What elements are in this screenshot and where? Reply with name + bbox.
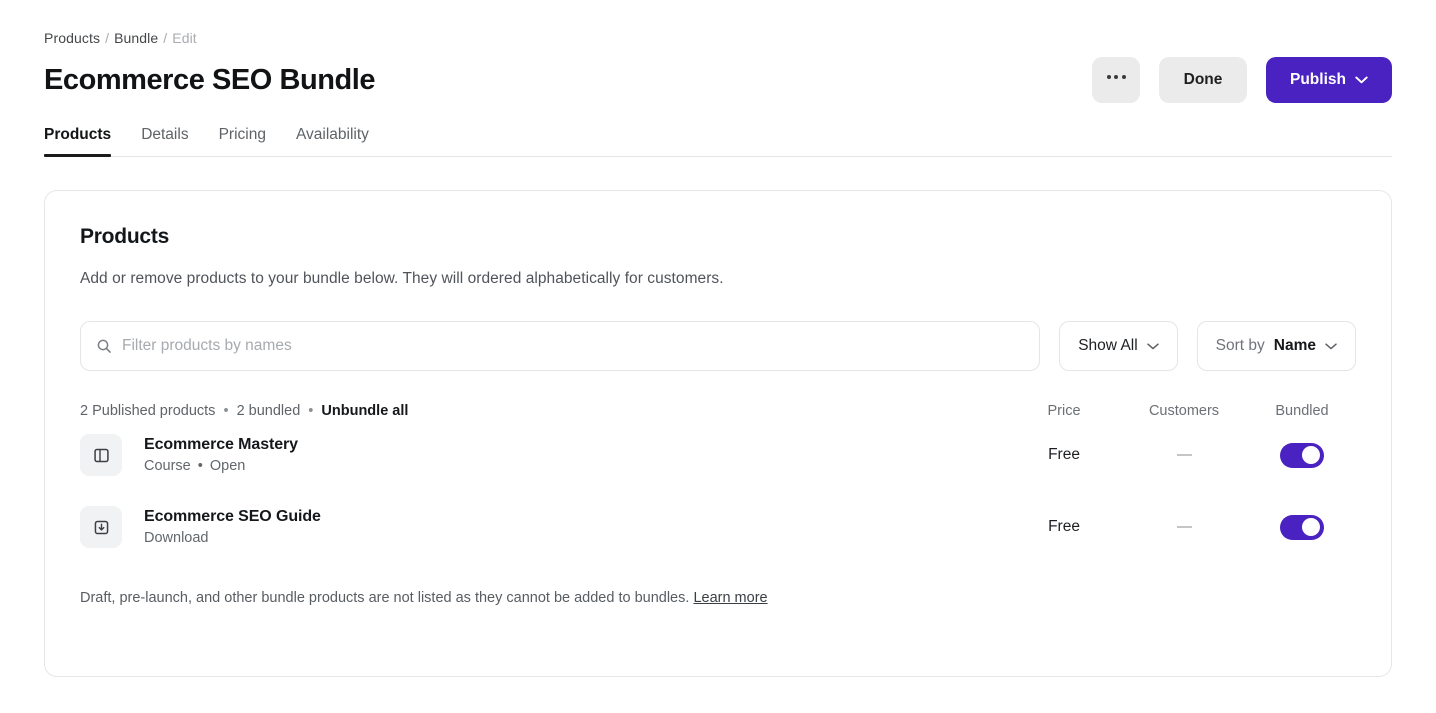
summary-separator: •: [304, 403, 317, 419]
product-bundled-cell: [1248, 515, 1356, 540]
search-input[interactable]: [122, 337, 1024, 355]
chevron-down-icon: [1355, 76, 1368, 84]
more-options-button[interactable]: [1092, 57, 1140, 103]
list-summary: 2 Published products • 2 bundled • Unbun…: [80, 403, 1008, 419]
tab-availability[interactable]: Availability: [281, 126, 384, 157]
empty-dash-icon: [1177, 454, 1192, 456]
breadcrumb-item-bundle[interactable]: Bundle: [114, 30, 158, 46]
products-card: Products Add or remove products to your …: [44, 190, 1392, 677]
card-subtitle: Add or remove products to your bundle be…: [80, 270, 1356, 288]
product-text: Ecommerce Mastery Course • Open: [144, 436, 298, 474]
table-row[interactable]: Ecommerce Mastery Course • Open Free: [80, 419, 1356, 491]
product-thumbnail: [80, 506, 122, 548]
summary-bundled: 2 bundled: [237, 403, 301, 419]
bundled-toggle[interactable]: [1280, 515, 1324, 540]
search-field[interactable]: [80, 321, 1040, 371]
summary-separator: •: [219, 403, 232, 419]
card-footer-text: Draft, pre-launch, and other bundle prod…: [80, 590, 689, 606]
unbundle-all-link[interactable]: Unbundle all: [321, 403, 408, 419]
sort-value-label: Name: [1274, 337, 1316, 355]
summary-count: 2 Published products: [80, 403, 215, 419]
breadcrumb-item-edit: Edit: [172, 30, 197, 46]
learn-more-link[interactable]: Learn more: [693, 590, 767, 606]
product-type: Download: [144, 530, 209, 546]
table-row[interactable]: Ecommerce SEO Guide Download Free: [80, 491, 1356, 563]
page-header: Products / Bundle / Edit Ecommerce SEO B…: [44, 0, 1392, 157]
tab-bar: Products Details Pricing Availability: [44, 126, 1392, 157]
breadcrumb-separator: /: [158, 30, 172, 46]
filter-bar: Show All Sort by Name: [80, 321, 1356, 371]
tab-details[interactable]: Details: [126, 126, 203, 157]
list-header: 2 Published products • 2 bundled • Unbun…: [80, 403, 1356, 419]
chevron-down-icon: [1147, 343, 1159, 350]
empty-dash-icon: [1177, 526, 1192, 528]
product-info: Ecommerce Mastery Course • Open: [80, 434, 1008, 476]
panel-icon: [93, 447, 110, 464]
product-info: Ecommerce SEO Guide Download: [80, 506, 1008, 548]
product-price: Free: [1008, 518, 1120, 536]
download-icon: [93, 519, 110, 536]
breadcrumb-item-products[interactable]: Products: [44, 30, 100, 46]
product-type: Course: [144, 458, 191, 474]
ellipsis-icon: [1107, 75, 1126, 79]
publish-button[interactable]: Publish: [1266, 57, 1392, 103]
card-title: Products: [80, 225, 1356, 249]
title-row: Ecommerce SEO Bundle Done Publish: [44, 57, 1392, 103]
toggle-knob: [1302, 518, 1320, 536]
header-actions: Done Publish: [1092, 57, 1392, 103]
product-customers: [1120, 526, 1248, 528]
product-customers: [1120, 454, 1248, 456]
product-text: Ecommerce SEO Guide Download: [144, 508, 321, 546]
tab-products[interactable]: Products: [44, 126, 126, 157]
product-price: Free: [1008, 446, 1120, 464]
meta-separator: •: [195, 458, 206, 474]
search-icon: [96, 338, 112, 354]
tab-pricing[interactable]: Pricing: [204, 126, 281, 157]
breadcrumb: Products / Bundle / Edit: [44, 30, 1392, 46]
product-bundled-cell: [1248, 443, 1356, 468]
show-filter-dropdown[interactable]: Show All: [1059, 321, 1177, 371]
chevron-down-icon: [1325, 343, 1337, 350]
product-name: Ecommerce Mastery: [144, 436, 298, 454]
bundle-edit-page: Products / Bundle / Edit Ecommerce SEO B…: [0, 0, 1436, 713]
product-meta: Course • Open: [144, 458, 298, 474]
sort-prefix-label: Sort by: [1216, 337, 1265, 355]
product-meta: Download: [144, 530, 321, 546]
column-header-price: Price: [1008, 403, 1120, 419]
column-header-bundled: Bundled: [1248, 403, 1356, 419]
page-title: Ecommerce SEO Bundle: [44, 64, 375, 97]
publish-button-label: Publish: [1290, 71, 1346, 89]
show-filter-label: Show All: [1078, 337, 1137, 355]
product-status: Open: [210, 458, 245, 474]
done-button[interactable]: Done: [1159, 57, 1247, 103]
product-name: Ecommerce SEO Guide: [144, 508, 321, 526]
toggle-knob: [1302, 446, 1320, 464]
column-header-customers: Customers: [1120, 403, 1248, 419]
sort-dropdown[interactable]: Sort by Name: [1197, 321, 1356, 371]
product-thumbnail: [80, 434, 122, 476]
breadcrumb-separator: /: [100, 30, 114, 46]
card-footer: Draft, pre-launch, and other bundle prod…: [80, 590, 1356, 606]
bundled-toggle[interactable]: [1280, 443, 1324, 468]
